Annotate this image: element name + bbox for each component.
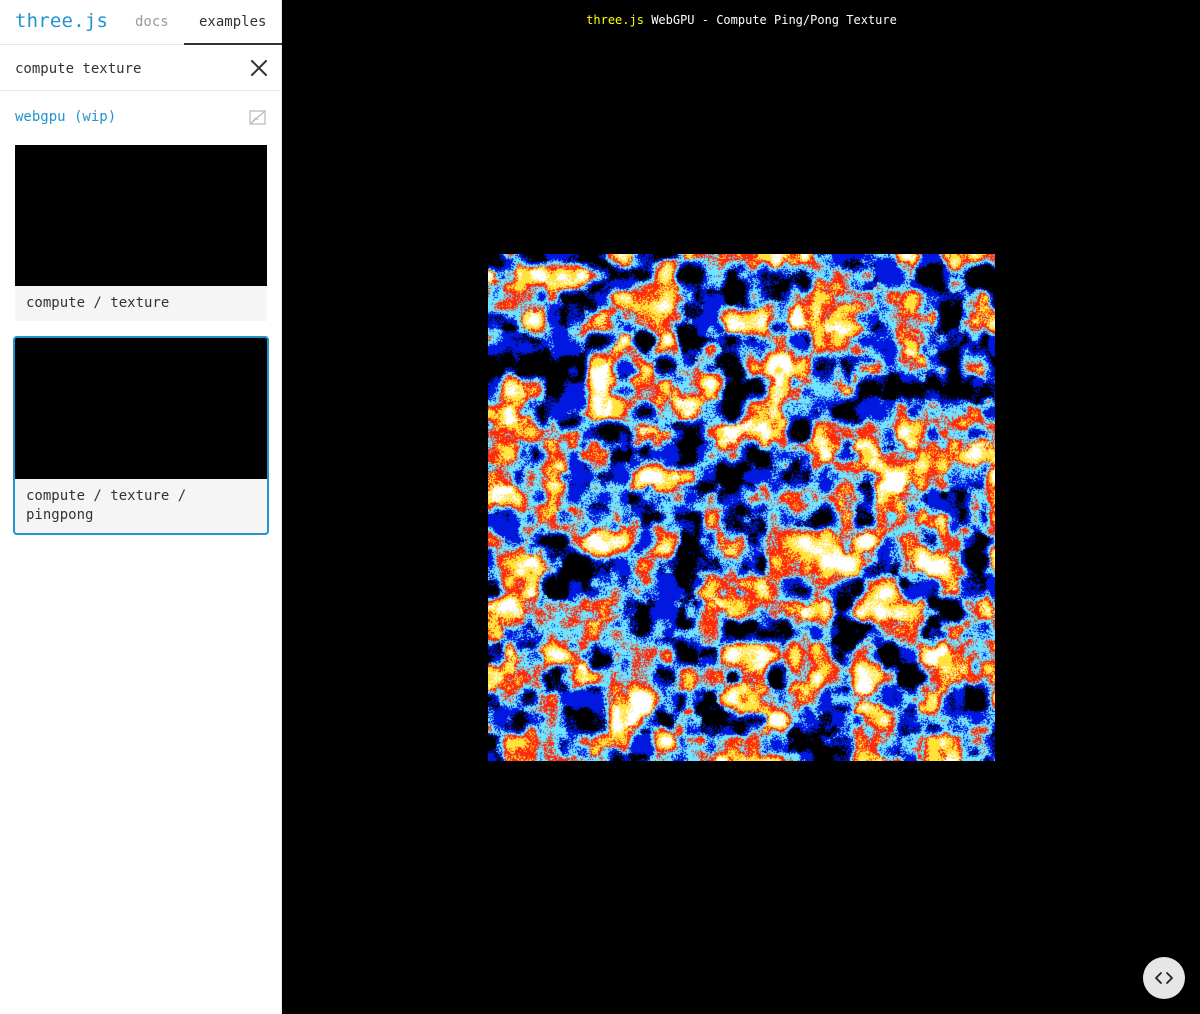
clear-search-button[interactable] (248, 57, 270, 79)
example-thumbnail (15, 338, 267, 479)
example-card-compute-texture-pingpong[interactable]: compute / texture / pingpong (13, 336, 269, 535)
code-icon (1155, 972, 1173, 984)
sidebar-panel: three.js docs examples webgpu (wip) comp… (0, 0, 282, 1014)
example-label: compute / texture (26, 295, 170, 311)
tab-docs[interactable]: docs (135, 14, 169, 30)
category-title: webgpu (wip) (15, 109, 117, 125)
info-text: WebGPU - Compute Ping/Pong Texture (651, 13, 897, 27)
render-canvas[interactable] (488, 254, 995, 761)
panel-header: three.js docs examples (0, 0, 282, 45)
example-thumbnail (15, 145, 267, 286)
tab-examples[interactable]: examples (199, 14, 266, 30)
example-card-compute-texture[interactable]: compute / texture (15, 145, 267, 321)
screenshot-toggle-button[interactable] (248, 108, 267, 127)
info-link[interactable]: three.js (586, 13, 644, 27)
info-bar: three.js WebGPU - Compute Ping/Pong Text… (283, 13, 1200, 27)
view-source-button[interactable] (1143, 957, 1185, 999)
search-bar (0, 45, 282, 91)
close-icon (251, 60, 267, 76)
search-input[interactable] (15, 58, 235, 80)
render-viewport[interactable]: three.js WebGPU - Compute Ping/Pong Text… (283, 0, 1200, 1014)
logo[interactable]: three.js (15, 10, 108, 32)
example-label: compute / texture / pingpong (26, 488, 187, 523)
no-image-icon (249, 110, 266, 125)
